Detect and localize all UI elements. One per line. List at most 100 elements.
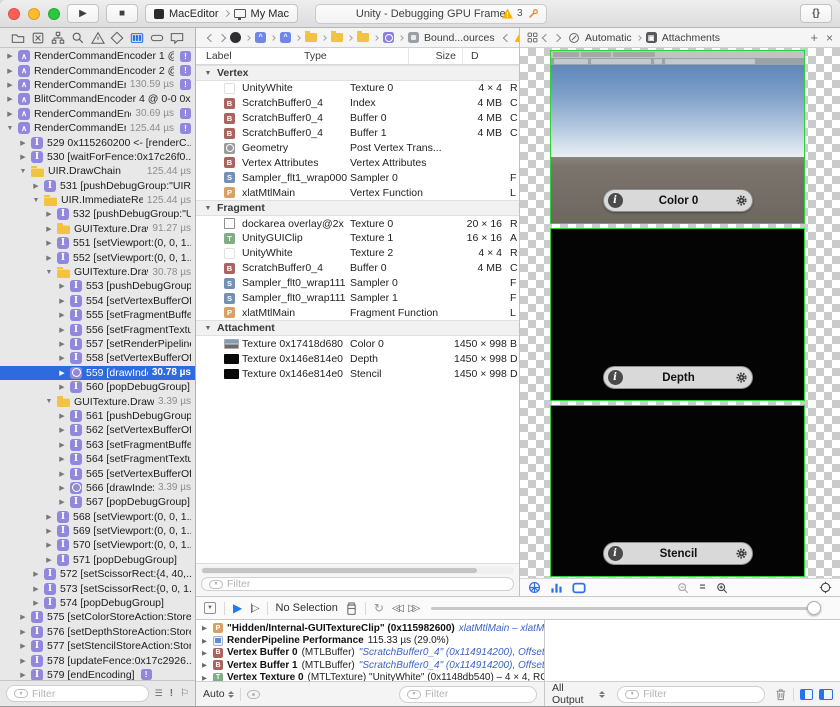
column-header-type[interactable]: Type [304, 50, 408, 62]
tree-row[interactable]: ▶I554 [setVertexBufferOf... [0, 294, 195, 308]
tree-row[interactable]: ▶I532 [pushDebugGroup:"U... [0, 207, 195, 221]
disclosure-triangle[interactable]: ▶ [58, 441, 66, 449]
bound-resource-link[interactable]: xlatMtlMain – xlatMtlMain [459, 623, 544, 634]
bound-resource-link[interactable]: "ScratchBuffer0_4" (0x114914200), Offset… [359, 647, 544, 658]
disclosure-triangle[interactable]: ▼ [19, 168, 27, 175]
navigator-tab-tests[interactable] [109, 30, 125, 46]
column-header-size[interactable]: Size [408, 48, 456, 64]
table-section-header[interactable]: ▼Vertex [196, 65, 519, 81]
group-crumb-icon[interactable] [305, 33, 317, 42]
close-window-button[interactable] [8, 8, 20, 20]
bound-resources-icon[interactable] [346, 602, 357, 615]
disclosure-triangle[interactable]: ▶ [45, 513, 53, 521]
output-popup[interactable]: All Output [552, 682, 605, 706]
disclosure-triangle[interactable]: ▼ [45, 269, 53, 276]
minimize-window-button[interactable] [28, 8, 40, 20]
disclosure-triangle[interactable]: ▶ [58, 455, 66, 463]
tree-row[interactable]: ▶I574 [popDebugGroup] [0, 596, 195, 610]
table-section-header[interactable]: ▼Attachment [196, 320, 519, 336]
flag-filter-icon[interactable]: ⚐ [180, 689, 189, 699]
navigator-tab-reports[interactable] [169, 30, 185, 46]
table-section-header[interactable]: ▼Fragment [196, 200, 519, 216]
bound-resource-link[interactable]: "ScratchBuffer0_4" (0x114914200), Offset… [359, 660, 544, 671]
attachments-crumb-icon[interactable]: ▣ [646, 32, 657, 43]
column-header-label[interactable]: Label [196, 50, 304, 62]
info-icon[interactable]: i [608, 193, 623, 208]
tree-row[interactable]: ▶I555 [setFragmentBuffe... [0, 308, 195, 322]
tree-row[interactable]: ▶I563 [setFragmentBuffe... [0, 438, 195, 452]
table-row[interactable]: BScratchBuffer0_4Index4 MBC [196, 96, 519, 111]
previous-issue-button[interactable] [502, 33, 510, 41]
tree-row[interactable]: ▶I561 [pushDebugGroup:... [0, 409, 195, 423]
navigator-tab-debug[interactable] [129, 30, 145, 46]
bound-resource-row[interactable]: ▶RenderPipeline Performance115.33 µs (29… [196, 634, 544, 646]
attachments-crumb-label[interactable]: Attachments [662, 32, 720, 44]
disclosure-triangle[interactable]: ▶ [45, 225, 53, 233]
disclosure-triangle[interactable]: ▶ [45, 541, 53, 549]
disclosure-triangle[interactable]: ▶ [58, 498, 66, 506]
tree-row[interactable]: ▶I557 [setRenderPipeline... [0, 337, 195, 351]
tree-row[interactable]: ▶I576 [setDepthStoreAction:Store] [0, 625, 195, 639]
tree-row[interactable]: ▶∧RenderCommandEncoder 1 @ U...! [0, 49, 195, 63]
back-button[interactable] [207, 33, 215, 41]
table-row[interactable]: PxlatMtlMainFragment FunctionL [196, 305, 519, 320]
tree-row[interactable]: ▼∧RenderCommandEnc...125.44 µs! [0, 121, 195, 135]
disclosure-triangle[interactable]: ▶ [58, 326, 66, 334]
continue-button[interactable]: ▶ [233, 601, 242, 615]
automatic-mode-icon[interactable] [568, 32, 580, 44]
scope-popup[interactable]: Auto [203, 688, 234, 700]
variables-filter-field[interactable]: ▼ Filter [399, 686, 537, 703]
table-row[interactable]: BVertex AttributesVertex Attributes [196, 155, 519, 170]
disclosure-triangle[interactable]: ▶ [32, 599, 40, 607]
run-button[interactable]: ▶ [67, 4, 99, 23]
disclosure-triangle[interactable]: ▶ [58, 282, 66, 290]
disclosure-triangle[interactable]: ▼ [204, 70, 212, 77]
tree-row[interactable]: ▶I573 [setScissorRect:{0, 0, 1... [0, 581, 195, 595]
disclosure-triangle[interactable]: ▶ [58, 484, 66, 492]
disclosure-triangle[interactable]: ▶ [6, 110, 14, 118]
disclosure-triangle[interactable]: ▶ [19, 657, 27, 665]
table-row[interactable]: BScratchBuffer0_4Buffer 04 MBC [196, 111, 519, 126]
actual-size-button[interactable]: = [700, 582, 706, 593]
info-icon[interactable]: i [608, 370, 623, 385]
disclosure-triangle[interactable]: ▶ [202, 624, 209, 632]
tree-row[interactable]: ▶I530 [waitForFence:0x17c26f0... [0, 150, 195, 164]
bound-resource-row[interactable]: ▶BVertex Buffer 1(MTLBuffer)"ScratchBuff… [196, 659, 544, 671]
disclosure-triangle[interactable]: ▶ [58, 311, 66, 319]
bound-resource-row[interactable]: ▶P"Hidden/Internal-GUITextureClip" (0x11… [196, 622, 544, 634]
tree-row[interactable]: ▶I552 [setViewport:(0, 0, 1... [0, 250, 195, 264]
navigator-tab-symbols[interactable] [50, 30, 66, 46]
tree-row[interactable]: ▶I569 [setViewport:(0, 0, 1... [0, 524, 195, 538]
histogram-icon[interactable] [550, 581, 563, 594]
disclosure-triangle[interactable]: ▶ [45, 556, 53, 564]
zoom-out-icon[interactable] [677, 582, 689, 594]
disclosure-triangle[interactable]: ▶ [19, 153, 27, 161]
disclosure-triangle[interactable]: ▶ [6, 67, 14, 75]
attachment-preview-depth[interactable]: iDepth [550, 228, 805, 401]
tree-row[interactable]: ▶566 [drawIndex...3.39 µs [0, 481, 195, 495]
tree-row[interactable]: ▶∧RenderCommandEnc...130.59 µs! [0, 78, 195, 92]
disclosure-triangle[interactable]: ▶ [202, 637, 209, 645]
step-forward-icon[interactable]: ▷▷ [408, 603, 416, 614]
disclosure-triangle[interactable]: ▶ [19, 671, 27, 679]
tree-row[interactable]: ▶I570 [setViewport:(0, 0, 1... [0, 538, 195, 552]
bound-resource-row[interactable]: ▶BVertex Buffer 0(MTLBuffer)"ScratchBuff… [196, 647, 544, 659]
gear-icon[interactable] [735, 371, 748, 384]
disclosure-triangle[interactable]: ▶ [58, 369, 66, 377]
table-row[interactable]: BScratchBuffer0_4Buffer 04 MBC [196, 261, 519, 276]
table-row[interactable]: Texture 0x146e814e0Depth1450 × 998D [196, 351, 519, 366]
tree-row[interactable]: ▶I567 [popDebugGroup] [0, 495, 195, 509]
tree-row[interactable]: ▶I556 [setFragmentTextu... [0, 322, 195, 336]
step-over-draw-button[interactable]: |▷ [250, 603, 258, 614]
scheme-selector[interactable]: MacEditor My Mac [145, 4, 298, 23]
issue-warning-icon[interactable] [515, 33, 519, 42]
group-crumb-icon[interactable] [357, 33, 369, 42]
scrubber-knob[interactable] [807, 601, 821, 615]
disclosure-triangle[interactable]: ▶ [202, 649, 209, 657]
tree-row[interactable]: ▶I531 [pushDebugGroup:"UIR.... [0, 179, 195, 193]
bound-resource-row[interactable]: ▶TVertex Texture 0(MTLTexture) "UnityWhi… [196, 672, 544, 681]
breadcrumb-label[interactable]: Bound...ources [424, 32, 495, 44]
add-assistant-button[interactable]: + [810, 31, 818, 44]
frame-crumb-icon[interactable]: ^ [255, 32, 266, 43]
table-row[interactable]: SSampler_flt0_wrap111Sampler 1F [196, 291, 519, 306]
